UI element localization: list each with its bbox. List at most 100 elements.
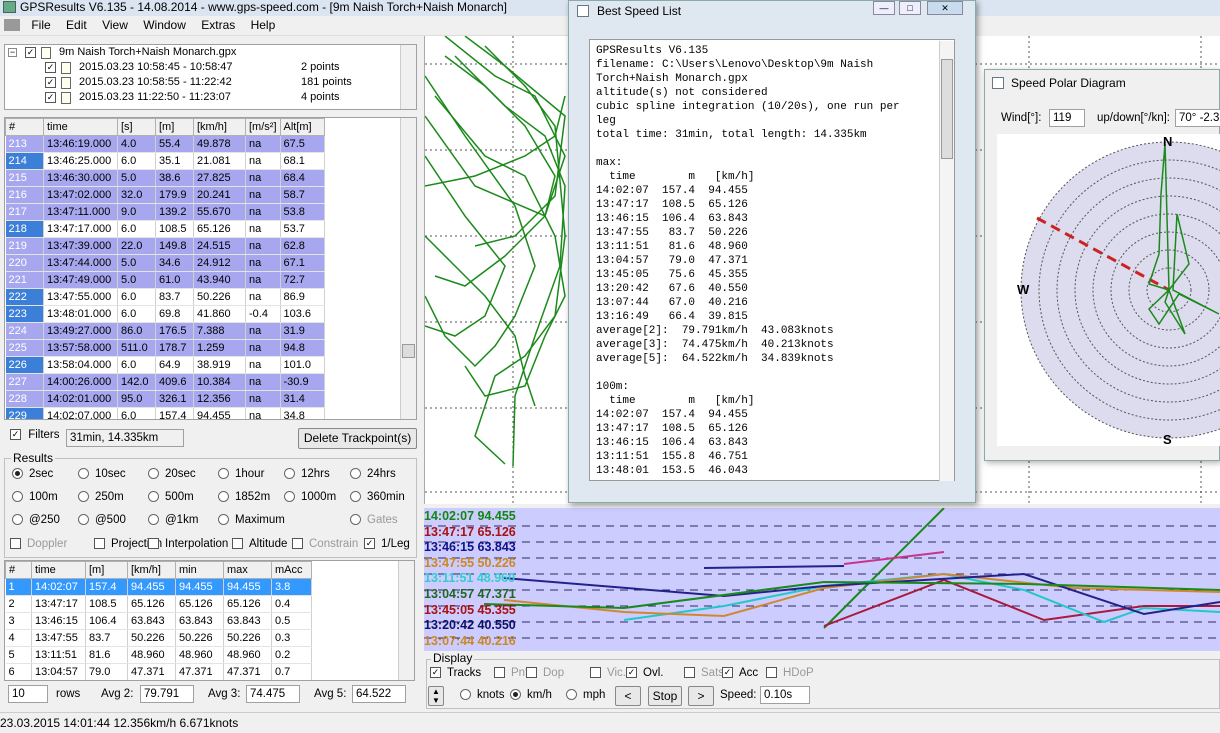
display-checkbox[interactable]: Dop [526,667,564,679]
table-row[interactable]: 228 14:02:01.000 95.0 326.1 12.356 na 31.4 [5,390,325,408]
display-checkbox[interactable]: ✓ Ovl. [626,667,663,679]
table-row[interactable]: 3 13:46:15 106.4 63.843 63.843 63.843 0.5 [5,612,312,630]
column-header[interactable]: [km/h] [193,118,246,136]
result-checkbox[interactable]: Interpolation [148,538,228,550]
trackpoint-scrollbar[interactable] [400,118,416,419]
collapse-icon[interactable]: − [8,48,17,57]
table-row[interactable]: 5 13:11:51 81.6 48.960 48.960 48.960 0.2 [5,646,312,664]
speed-polar-window[interactable]: Speed Polar Diagram Wind[°]: 119 up/down… [984,69,1220,461]
table-row[interactable]: 213 13:46:19.000 4.0 55.4 49.878 na 67.5 [5,135,325,153]
radio-button[interactable] [12,514,23,526]
table-row[interactable]: 214 13:46:25.000 6.0 35.1 21.081 na 68.1 [5,152,325,170]
prev-button[interactable]: < [615,686,641,706]
radio-button[interactable] [218,514,229,526]
column-header[interactable]: # [5,561,32,579]
checkbox[interactable]: ✓ [626,667,637,679]
column-header[interactable]: [m] [155,118,194,136]
menu-help[interactable]: Help [245,16,282,34]
radio-button[interactable] [148,514,159,526]
close-button[interactable]: ✕ [927,1,963,15]
result-option[interactable]: 12hrs [284,468,330,480]
column-header[interactable]: time [31,561,86,579]
menu-edit[interactable]: Edit [60,16,93,34]
wind-field[interactable]: 119 [1049,109,1085,127]
table-row[interactable]: 225 13:57:58.000 511.0 178.7 1.259 na 94.8 [5,339,325,357]
avg3-field[interactable]: 74.475 [246,685,300,703]
display-checkbox[interactable]: ✓ Acc [722,667,758,679]
radio-kmh[interactable] [510,689,521,701]
spin-control[interactable]: ▲ ▼ [428,686,444,706]
radio-button[interactable] [78,514,89,526]
menu-file[interactable]: File [25,16,56,34]
result-option[interactable]: 360min [350,491,405,503]
speed-graph[interactable]: 14:02:07 94.455 13:47:17 65.126 13:46:15 6… [424,508,1220,651]
column-header[interactable]: [m] [85,561,128,579]
best-speed-text[interactable]: GPSResults V6.135 filename: C:\Users\Len… [589,39,955,481]
result-checkbox[interactable]: Constrain [292,538,358,550]
result-option[interactable]: @1km [148,514,198,526]
radio-button[interactable] [12,491,23,503]
checkbox[interactable] [590,667,601,679]
mdi-icon[interactable] [4,19,20,31]
result-checkbox[interactable]: Doppler [10,538,67,550]
filters-checkbox[interactable]: ✓ [10,429,21,441]
display-checkbox[interactable]: Vic. [590,667,626,679]
result-option[interactable]: 1852m [218,491,270,503]
result-option[interactable]: @500 [78,514,126,526]
table-row[interactable]: 217 13:47:11.000 9.0 139.2 55.670 na 53.8 [5,203,325,221]
result-option[interactable]: Gates [350,514,398,526]
tree-item[interactable]: ✓ 2015.03.23 11:22:50 - 11:23:07 4 point… [5,90,416,105]
checkbox[interactable] [526,667,537,679]
checkbox[interactable] [684,667,695,679]
checkbox[interactable] [232,538,243,550]
column-header[interactable]: time [43,118,118,136]
result-checkbox[interactable]: ✓ 1/Leg [364,538,410,550]
table-row[interactable]: 221 13:47:49.000 5.0 61.0 43.940 na 72.7 [5,271,325,289]
result-option[interactable]: 100m [12,491,58,503]
table-row[interactable]: 229 14:02:07.000 6.0 157.4 94.455 na 34.8 [5,407,325,419]
result-option[interactable]: @250 [12,514,60,526]
filters-field[interactable]: 31min, 14.335km [66,429,184,447]
unit-mph[interactable]: mph [566,689,605,701]
result-option[interactable]: 500m [148,491,194,503]
column-header[interactable]: [km/h] [127,561,176,579]
scrollbar-thumb[interactable] [941,59,953,159]
menu-window[interactable]: Window [137,16,192,34]
checkbox[interactable] [766,667,777,679]
avg5-field[interactable]: 64.522 [352,685,406,703]
table-row[interactable]: 6 13:04:57 79.0 47.371 47.371 47.371 0.7 [5,663,312,680]
table-row[interactable]: 216 13:47:02.000 32.0 179.9 20.241 na 58.7 [5,186,325,204]
radio-button[interactable] [218,468,229,480]
delete-trackpoints-button[interactable]: Delete Trackpoint(s) [298,428,417,449]
checkbox-item[interactable]: ✓ [45,77,56,88]
radio-button[interactable] [148,468,159,480]
table-row[interactable]: 227 14:00:26.000 142.0 409.6 10.384 na -30.9 [5,373,325,391]
radio-button[interactable] [218,491,229,503]
result-checkbox[interactable]: Altitude [232,538,287,550]
table-row[interactable]: 2 13:47:17 108.5 65.126 65.126 65.126 0.4 [5,595,312,613]
checkbox[interactable]: ✓ [364,538,375,550]
radio-button[interactable] [148,491,159,503]
table-row[interactable]: 219 13:47:39.000 22.0 149.8 24.515 na 62.8 [5,237,325,255]
table-row[interactable]: 218 13:47:17.000 6.0 108.5 65.126 na 53.7 [5,220,325,238]
tree-item[interactable]: ✓ 2015.03.23 10:58:55 - 11:22:42 181 poi… [5,75,416,90]
result-option[interactable]: 24hrs [350,468,396,480]
speed-field[interactable]: 0.10s [760,686,810,704]
radio-button[interactable] [12,468,23,480]
column-header[interactable]: mAcc [271,561,312,579]
checkbox[interactable]: ✓ [430,667,441,679]
column-header[interactable]: [s] [117,118,156,136]
table-row[interactable]: 224 13:49:27.000 86.0 176.5 7.388 na 31.9 [5,322,325,340]
checkbox[interactable] [148,538,159,550]
radio-button[interactable] [350,491,361,503]
checkbox[interactable] [94,538,105,550]
result-option[interactable]: Maximum [218,514,285,526]
minimize-button[interactable]: — [873,1,895,15]
column-header[interactable]: # [5,118,44,136]
table-row[interactable]: 4 13:47:55 83.7 50.226 50.226 50.226 0.3 [5,629,312,647]
radio-button[interactable] [284,468,295,480]
table-row[interactable]: 222 13:47:55.000 6.0 83.7 50.226 na 86.9 [5,288,325,306]
unit-kmh[interactable]: km/h [510,689,552,701]
avg2-field[interactable]: 79.791 [140,685,194,703]
tree-scrollbar[interactable] [400,45,416,109]
